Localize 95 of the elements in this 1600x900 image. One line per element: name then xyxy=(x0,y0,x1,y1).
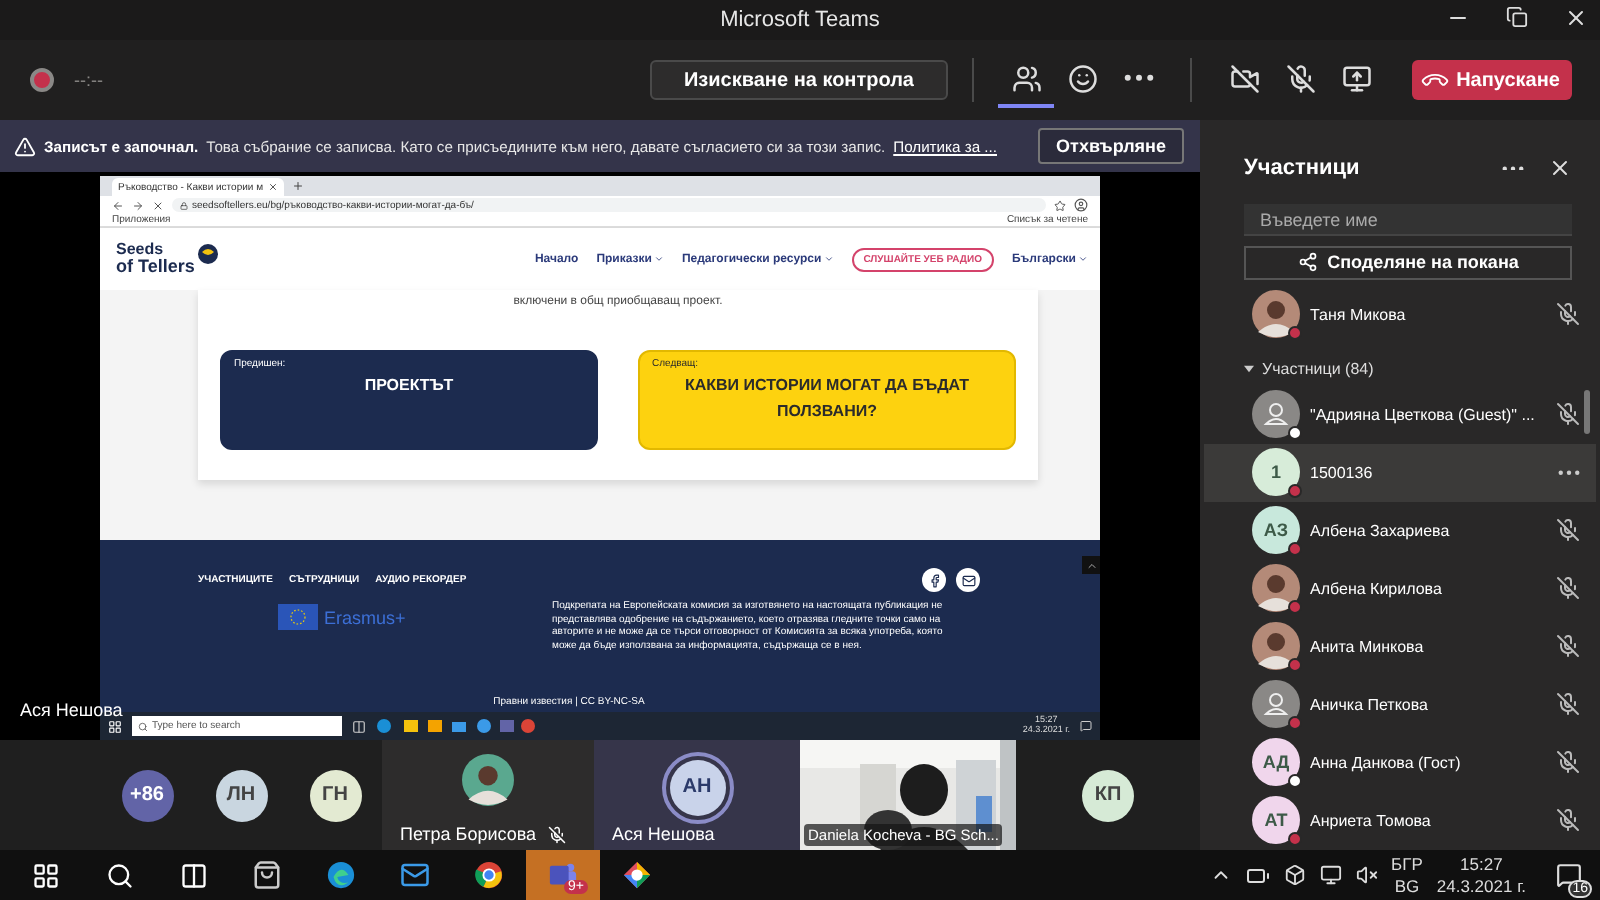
avatar: ЛН xyxy=(215,769,267,821)
participant-name: Анриета Томова xyxy=(1310,811,1433,830)
avatar: КП xyxy=(1082,769,1134,821)
forward-icon[interactable] xyxy=(132,199,144,211)
avatar xyxy=(1252,564,1300,613)
participant-name: Албена Захариева xyxy=(1310,521,1452,540)
guest-avatar xyxy=(1252,680,1300,729)
clock[interactable]: 15:27 24.3.2021 г. xyxy=(1436,854,1526,896)
avatar: 1 xyxy=(1252,448,1300,497)
participant-row[interactable]: АЗ Албена Захариева xyxy=(1204,501,1596,560)
participant-row[interactable]: Таня Микова xyxy=(1204,285,1596,344)
more-icon[interactable] xyxy=(1558,470,1580,476)
group-header[interactable]: Участници (84) xyxy=(1244,359,1580,378)
task-view-icon xyxy=(179,861,207,889)
people-icon xyxy=(1011,63,1041,93)
back-icon[interactable] xyxy=(112,199,124,211)
close-icon[interactable] xyxy=(1548,156,1572,180)
share-screen-icon xyxy=(1341,63,1371,93)
erasmus-logo: Erasmus+ xyxy=(324,607,406,627)
facebook-button[interactable] xyxy=(922,568,946,592)
tile-name: Петра Борисова xyxy=(400,824,567,844)
avatar: АЗ xyxy=(1252,506,1300,555)
panel-title: Участници xyxy=(1244,156,1362,180)
store-icon xyxy=(252,860,282,890)
search-icon xyxy=(105,861,133,889)
mail-icon xyxy=(400,860,430,890)
avatar: ГН xyxy=(309,769,361,821)
start-icon[interactable] xyxy=(108,719,122,733)
mail-icon xyxy=(961,573,975,587)
restore-icon[interactable] xyxy=(1506,6,1528,28)
new-tab-icon[interactable] xyxy=(291,180,304,192)
participant-name: Албена Кирилова xyxy=(1310,579,1444,598)
more-icon[interactable] xyxy=(1502,165,1524,171)
chevron-up-icon xyxy=(1085,559,1097,571)
participant-row[interactable]: Анита Минкова xyxy=(1204,617,1596,676)
search-icon xyxy=(138,721,148,731)
participant-name: Анита Минкова xyxy=(1310,637,1426,656)
share-icon xyxy=(1297,252,1318,273)
avatar: АД xyxy=(1252,738,1300,787)
participant-row[interactable]: Албена Кирилова xyxy=(1204,559,1596,618)
participant-name: Аничка Петкова xyxy=(1310,695,1430,714)
participant-name: Анна Данкова (Гост) xyxy=(1310,753,1463,772)
participant-name: "Адрияна Цветкова (Guest)" ... xyxy=(1310,405,1537,424)
task-view-icon[interactable] xyxy=(352,719,366,733)
search-field[interactable]: Въведете име xyxy=(1244,204,1572,237)
mic-off-icon xyxy=(1285,63,1315,93)
dismiss-button[interactable]: Отхвърляне xyxy=(1038,128,1184,164)
avatar xyxy=(1252,290,1300,339)
request-control-button[interactable]: Изискване на контрола xyxy=(649,60,948,100)
mail-button[interactable] xyxy=(956,568,980,592)
participant-name: 1500136 xyxy=(1310,463,1375,482)
volume-muted-icon[interactable] xyxy=(1355,864,1378,886)
scroll-up-button[interactable] xyxy=(1082,556,1100,574)
windows-icon xyxy=(31,861,59,889)
close-icon[interactable] xyxy=(1564,6,1588,30)
photos-icon xyxy=(622,860,652,890)
facebook-icon xyxy=(927,573,941,587)
avatar xyxy=(462,754,514,806)
avatar xyxy=(1252,622,1300,671)
meeting-timer: --:-- xyxy=(74,70,103,90)
window-title: Microsoft Teams xyxy=(720,8,880,32)
camera-off-icon xyxy=(1229,63,1259,93)
browser-icon xyxy=(474,860,504,890)
tile-name: Ася Нешова xyxy=(612,824,715,844)
star-icon[interactable] xyxy=(1054,199,1066,211)
site-logo: Seeds of Tellers xyxy=(116,242,195,276)
more-icon xyxy=(1123,74,1153,82)
participant-name: Таня Микова xyxy=(1310,305,1408,324)
warning-icon xyxy=(14,135,36,157)
browser-icon xyxy=(326,860,356,890)
profile-icon[interactable] xyxy=(1074,198,1088,212)
share-invite-button[interactable]: Споделяне на покана xyxy=(1244,246,1572,280)
participant-row[interactable]: АТ Анриета Томова xyxy=(1204,791,1596,850)
battery-icon xyxy=(1245,863,1270,887)
lock-icon xyxy=(180,201,188,209)
avatar: +86 xyxy=(121,769,173,821)
chevron-icon xyxy=(1078,254,1088,264)
avatar: АН xyxy=(669,759,725,815)
notification-icon[interactable] xyxy=(1080,720,1092,732)
participant-row[interactable]: АД Анна Данкова (Гост) xyxy=(1204,733,1596,792)
chevron-icon xyxy=(653,254,664,264)
scrollbar xyxy=(1584,390,1590,434)
participant-row[interactable]: Аничка Петкова xyxy=(1204,675,1596,734)
avatar: АТ xyxy=(1252,796,1300,845)
presenter-name: Ася Нешова xyxy=(20,700,123,720)
guest-avatar xyxy=(1252,390,1300,439)
leave-button[interactable]: Напускане xyxy=(1412,60,1572,100)
chevron-icon xyxy=(823,254,834,264)
participant-row[interactable]: 1 1500136 xyxy=(1204,443,1596,502)
participant-row[interactable]: "Адрияна Цветкова (Guest)" ... xyxy=(1204,385,1596,444)
caret-icon xyxy=(1244,363,1254,374)
language-indicator[interactable]: БГР BG xyxy=(1391,854,1423,896)
eu-flag-icon xyxy=(278,604,318,630)
reactions-icon xyxy=(1067,63,1097,93)
stop-icon[interactable] xyxy=(152,199,164,211)
